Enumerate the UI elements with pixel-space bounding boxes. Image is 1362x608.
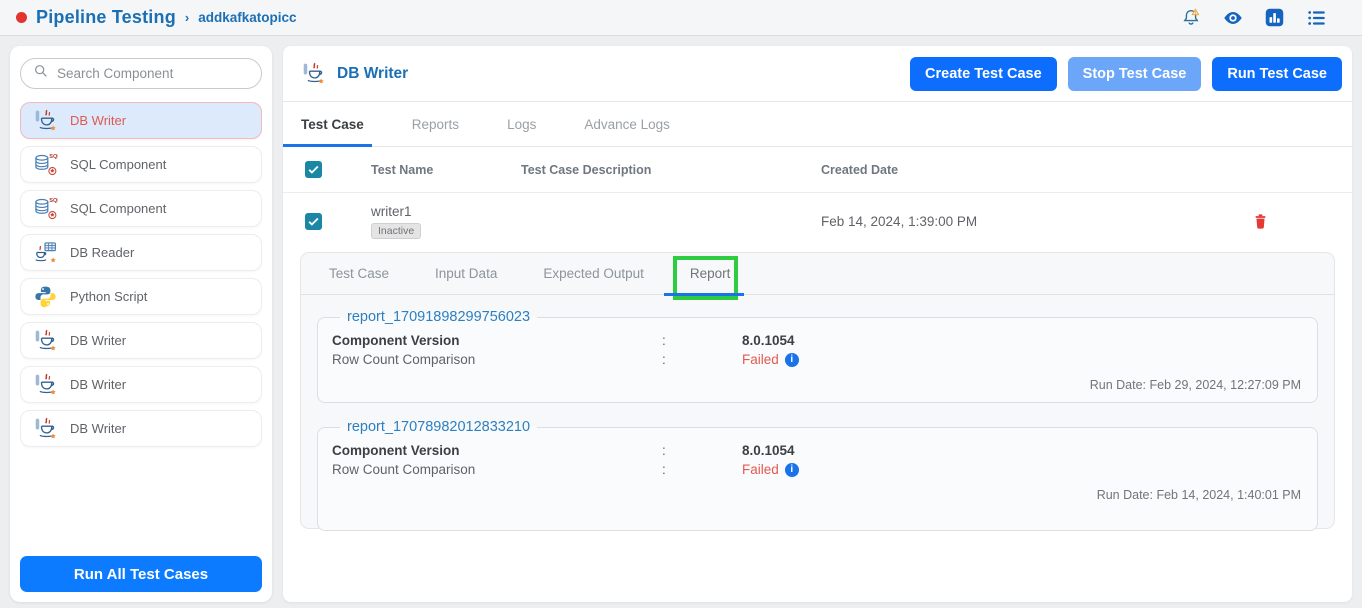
db-writer-icon <box>33 328 58 353</box>
sidebar-item-db-writer[interactable]: DB Writer <box>20 102 262 139</box>
sql-component-icon <box>33 152 58 177</box>
report-field-row: Component Version : 8.0.1054 <box>332 331 1303 350</box>
sidebar-item-label: DB Writer <box>70 113 126 128</box>
run-date: Run Date: Feb 14, 2024, 1:40:01 PM <box>332 488 1303 502</box>
report-card: report_17091898299756023 Component Versi… <box>317 309 1318 403</box>
test-name[interactable]: writer1 <box>371 204 509 219</box>
tab-test-case[interactable]: Test Case <box>301 102 364 147</box>
field-separator: : <box>662 460 742 479</box>
test-case-table-header: Test Name Test Case Description Created … <box>283 147 1352 193</box>
topbar-icons <box>1180 7 1346 29</box>
python-icon <box>33 284 58 309</box>
sidebar-item-db-reader[interactable]: DB Reader <box>20 234 262 271</box>
sidebar-item-label: DB Reader <box>70 245 134 260</box>
field-value-failed: Failed i <box>742 350 1303 369</box>
field-label: Row Count Comparison <box>332 350 662 369</box>
report-card: report_17078982012833210 Component Versi… <box>317 419 1318 531</box>
menu-list-icon[interactable] <box>1306 7 1328 29</box>
created-date: Feb 14, 2024, 1:39:00 PM <box>809 214 1169 229</box>
field-separator: : <box>662 441 742 460</box>
row-checkbox[interactable] <box>305 213 322 230</box>
report-title: report_17078982012833210 <box>340 419 537 435</box>
search-component-box[interactable] <box>20 58 262 89</box>
tab-reports[interactable]: Reports <box>412 102 459 147</box>
header-actions: Create Test Case Stop Test Case Run Test… <box>910 57 1342 91</box>
component-title: DB Writer <box>337 65 408 83</box>
sidebar-item-sql-component[interactable]: SQL Component <box>20 146 262 183</box>
field-label: Component Version <box>332 441 662 460</box>
tab-advance-logs[interactable]: Advance Logs <box>584 102 670 147</box>
report-field-row: Row Count Comparison : Failed i <box>332 350 1303 369</box>
db-writer-icon <box>33 108 58 133</box>
failed-text: Failed <box>742 460 779 479</box>
app-title: Pipeline Testing <box>36 7 176 28</box>
create-test-case-button[interactable]: Create Test Case <box>910 57 1057 91</box>
db-writer-icon <box>33 416 58 441</box>
report-title: report_17091898299756023 <box>340 309 537 325</box>
component-sidebar: DB Writer SQL Component SQL Component DB… <box>10 46 272 602</box>
search-icon <box>33 63 49 84</box>
test-case-detail-panel: Test Case Input Data Expected Output Rep… <box>300 252 1335 529</box>
record-dot-icon <box>16 12 27 23</box>
detail-tab-expected-output[interactable]: Expected Output <box>543 253 644 295</box>
sidebar-item-label: Python Script <box>70 289 147 304</box>
status-badge: Inactive <box>371 223 421 239</box>
sidebar-item-sql-component[interactable]: SQL Component <box>20 190 262 227</box>
notifications-bell-icon[interactable] <box>1180 7 1202 29</box>
db-reader-icon <box>33 240 58 265</box>
component-header: DB Writer Create Test Case Stop Test Cas… <box>283 46 1352 102</box>
info-icon[interactable]: i <box>785 353 799 367</box>
preview-eye-icon[interactable] <box>1222 7 1244 29</box>
failed-text: Failed <box>742 350 779 369</box>
run-all-test-cases-button[interactable]: Run All Test Cases <box>20 556 262 592</box>
detail-tab-test-case[interactable]: Test Case <box>329 253 389 295</box>
column-test-name: Test Name <box>359 163 509 177</box>
sidebar-item-python-script[interactable]: Python Script <box>20 278 262 315</box>
report-field-row: Component Version : 8.0.1054 <box>332 441 1303 460</box>
test-case-row: writer1 Inactive Feb 14, 2024, 1:39:00 P… <box>283 193 1352 250</box>
run-test-case-button[interactable]: Run Test Case <box>1212 57 1342 91</box>
field-label: Row Count Comparison <box>332 460 662 479</box>
column-created-date: Created Date <box>809 163 1169 177</box>
db-writer-icon <box>301 61 326 86</box>
sidebar-item-db-writer[interactable]: DB Writer <box>20 410 262 447</box>
search-component-input[interactable] <box>57 66 249 81</box>
report-field-row: Row Count Comparison : Failed i <box>332 460 1303 479</box>
detail-tab-input-data[interactable]: Input Data <box>435 253 497 295</box>
db-writer-icon <box>33 372 58 397</box>
detail-tab-report[interactable]: Report <box>690 253 731 295</box>
field-value-failed: Failed i <box>742 460 1303 479</box>
select-all-checkbox[interactable] <box>305 161 322 178</box>
run-date: Run Date: Feb 29, 2024, 12:27:09 PM <box>332 378 1303 392</box>
info-icon[interactable]: i <box>785 463 799 477</box>
analytics-chart-icon[interactable] <box>1264 7 1286 29</box>
field-value: 8.0.1054 <box>742 441 1303 460</box>
report-list: report_17091898299756023 Component Versi… <box>301 295 1334 531</box>
detail-tab-report-label: Report <box>690 266 731 281</box>
main-tab-bar: Test Case Reports Logs Advance Logs <box>283 102 1352 147</box>
sidebar-item-label: DB Writer <box>70 377 126 392</box>
field-value: 8.0.1054 <box>742 331 1303 350</box>
top-header-bar: Pipeline Testing › addkafkatopicc <box>0 0 1362 36</box>
stop-test-case-button[interactable]: Stop Test Case <box>1068 57 1202 91</box>
sidebar-item-db-writer[interactable]: DB Writer <box>20 322 262 359</box>
field-separator: : <box>662 331 742 350</box>
sql-component-icon <box>33 196 58 221</box>
sidebar-item-label: DB Writer <box>70 333 126 348</box>
sidebar-item-label: SQL Component <box>70 201 166 216</box>
column-test-case-description: Test Case Description <box>509 163 809 177</box>
component-list: DB Writer SQL Component SQL Component DB… <box>20 102 262 548</box>
field-separator: : <box>662 350 742 369</box>
sidebar-item-label: DB Writer <box>70 421 126 436</box>
breadcrumb-chevron-icon: › <box>185 10 189 25</box>
tab-logs[interactable]: Logs <box>507 102 536 147</box>
detail-tab-bar: Test Case Input Data Expected Output Rep… <box>301 253 1334 295</box>
field-label: Component Version <box>332 331 662 350</box>
delete-test-case-icon[interactable] <box>1252 212 1269 231</box>
breadcrumb[interactable]: addkafkatopicc <box>198 10 296 25</box>
sidebar-item-db-writer[interactable]: DB Writer <box>20 366 262 403</box>
sidebar-item-label: SQL Component <box>70 157 166 172</box>
main-panel: DB Writer Create Test Case Stop Test Cas… <box>283 46 1352 602</box>
